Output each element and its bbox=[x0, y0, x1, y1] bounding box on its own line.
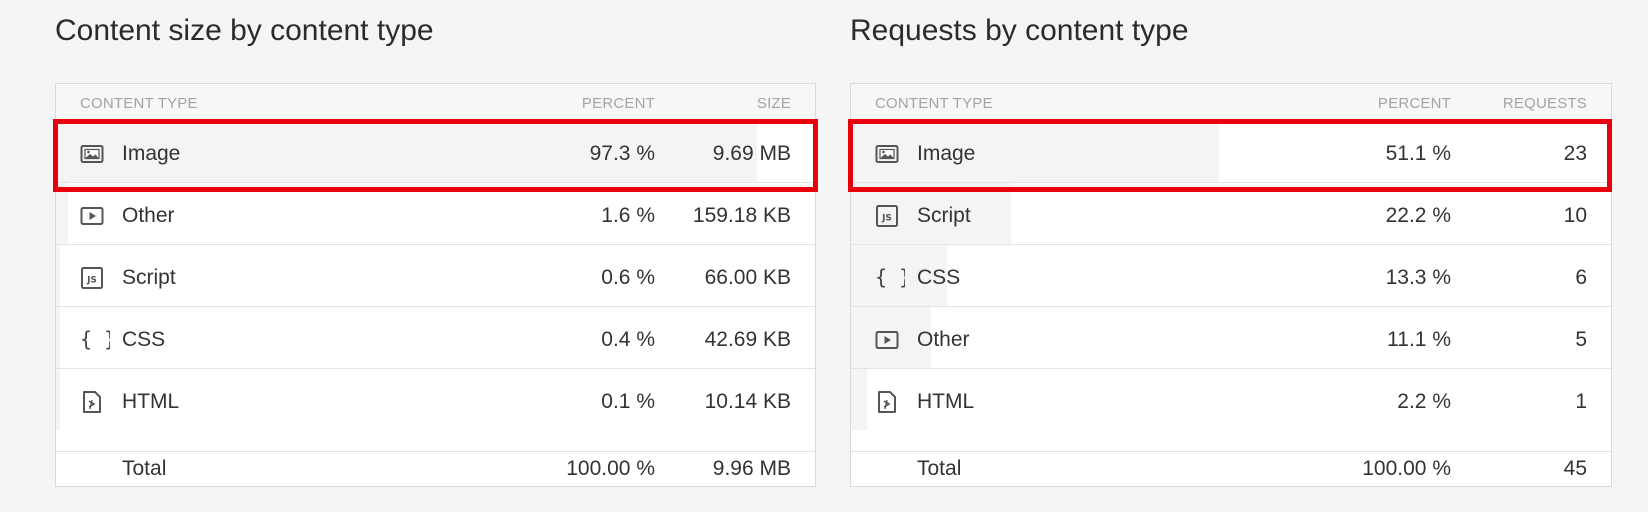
percent-value: 0.6 % bbox=[601, 266, 655, 289]
content-type-label: HTML bbox=[917, 390, 975, 413]
share-bar bbox=[56, 369, 60, 430]
requests-table: CONTENT TYPE PERCENT REQUESTS Image 51.1 … bbox=[850, 83, 1612, 487]
percent-value: 51.1 % bbox=[1385, 142, 1451, 165]
panel-title: Requests by content type bbox=[850, 14, 1189, 47]
table-row[interactable]: Other 11.1 % 5 bbox=[851, 306, 1611, 368]
percent-value: 0.1 % bbox=[601, 390, 655, 413]
requests-value: 10 bbox=[1563, 204, 1587, 227]
total-row: Total 100.00 % 45 bbox=[851, 451, 1611, 487]
share-bar bbox=[56, 183, 68, 244]
content-type-label: Other bbox=[122, 204, 175, 227]
svg-text:{ }: { } bbox=[875, 267, 905, 289]
percent-value: 22.2 % bbox=[1385, 204, 1451, 227]
content-type-label: Other bbox=[917, 328, 970, 351]
total-percent: 100.00 % bbox=[566, 457, 655, 480]
column-header-content-type[interactable]: CONTENT TYPE bbox=[875, 95, 993, 112]
size-value: 9.69 MB bbox=[712, 142, 791, 165]
requests-value: 23 bbox=[1563, 142, 1587, 165]
table-header: CONTENT TYPE PERCENT SIZE bbox=[56, 84, 815, 120]
js-file-icon: JS bbox=[875, 205, 899, 227]
share-bar bbox=[56, 245, 61, 306]
percent-value: 13.3 % bbox=[1385, 266, 1451, 289]
requests-value: 1 bbox=[1575, 390, 1587, 413]
table-row[interactable]: Image 51.1 % 23 bbox=[851, 120, 1611, 182]
html-file-icon bbox=[80, 391, 104, 413]
table-row[interactable]: { } CSS 0.4 % 42.69 KB bbox=[56, 306, 815, 368]
content-type-label: Script bbox=[917, 204, 971, 227]
table-row[interactable]: HTML 0.1 % 10.14 KB bbox=[56, 368, 815, 430]
size-value: 42.69 KB bbox=[704, 328, 791, 351]
total-requests: 45 bbox=[1563, 457, 1587, 480]
size-value: 159.18 KB bbox=[692, 204, 791, 227]
table-row[interactable]: Image 97.3 % 9.69 MB bbox=[56, 120, 815, 182]
svg-text:JS: JS bbox=[86, 276, 97, 286]
total-row: Total 100.00 % 9.96 MB bbox=[56, 451, 815, 487]
requests-value: 5 bbox=[1575, 328, 1587, 351]
size-value: 66.00 KB bbox=[704, 266, 791, 289]
content-type-label: CSS bbox=[122, 328, 166, 351]
total-size: 9.96 MB bbox=[712, 457, 791, 480]
image-icon bbox=[875, 143, 899, 165]
column-header-size[interactable]: SIZE bbox=[757, 95, 791, 112]
html-file-icon bbox=[875, 391, 899, 413]
table-row[interactable]: Other 1.6 % 159.18 KB bbox=[56, 182, 815, 244]
panel-title: Content size by content type bbox=[55, 14, 434, 47]
table-row[interactable]: { } CSS 13.3 % 6 bbox=[851, 244, 1611, 306]
size-value: 10.14 KB bbox=[704, 390, 791, 413]
content-type-label: HTML bbox=[122, 390, 180, 413]
percent-value: 97.3 % bbox=[589, 142, 655, 165]
content-type-label: Image bbox=[917, 142, 976, 165]
content-type-label: Script bbox=[122, 266, 176, 289]
video-play-icon bbox=[875, 329, 899, 351]
total-label: Total bbox=[917, 457, 962, 480]
video-play-icon bbox=[80, 205, 104, 227]
svg-text:JS: JS bbox=[881, 214, 892, 224]
column-header-percent[interactable]: PERCENT bbox=[582, 95, 655, 112]
content-type-label: CSS bbox=[917, 266, 961, 289]
table-row[interactable]: JS Script 0.6 % 66.00 KB bbox=[56, 244, 815, 306]
js-file-icon: JS bbox=[80, 267, 104, 289]
column-header-requests[interactable]: REQUESTS bbox=[1503, 95, 1587, 112]
column-header-content-type[interactable]: CONTENT TYPE bbox=[80, 95, 198, 112]
requests-value: 6 bbox=[1575, 266, 1587, 289]
share-bar bbox=[851, 369, 867, 430]
percent-value: 2.2 % bbox=[1397, 390, 1451, 413]
percent-value: 0.4 % bbox=[601, 328, 655, 351]
column-header-percent[interactable]: PERCENT bbox=[1378, 95, 1451, 112]
share-bar bbox=[56, 307, 60, 368]
image-icon bbox=[80, 143, 104, 165]
curly-braces-icon: { } bbox=[80, 327, 116, 351]
svg-text:{ }: { } bbox=[80, 329, 110, 351]
content-type-label: Image bbox=[122, 142, 181, 165]
table-row[interactable]: HTML 2.2 % 1 bbox=[851, 368, 1611, 430]
total-percent: 100.00 % bbox=[1362, 457, 1451, 480]
table-header: CONTENT TYPE PERCENT REQUESTS bbox=[851, 84, 1611, 120]
curly-braces-icon: { } bbox=[875, 265, 911, 289]
percent-value: 11.1 % bbox=[1387, 328, 1451, 351]
share-bar bbox=[851, 121, 1219, 182]
content-size-table: CONTENT TYPE PERCENT SIZE Image 97.3 % 9.6… bbox=[55, 83, 816, 487]
table-row[interactable]: JS Script 22.2 % 10 bbox=[851, 182, 1611, 244]
percent-value: 1.6 % bbox=[601, 204, 655, 227]
total-label: Total bbox=[122, 457, 167, 480]
